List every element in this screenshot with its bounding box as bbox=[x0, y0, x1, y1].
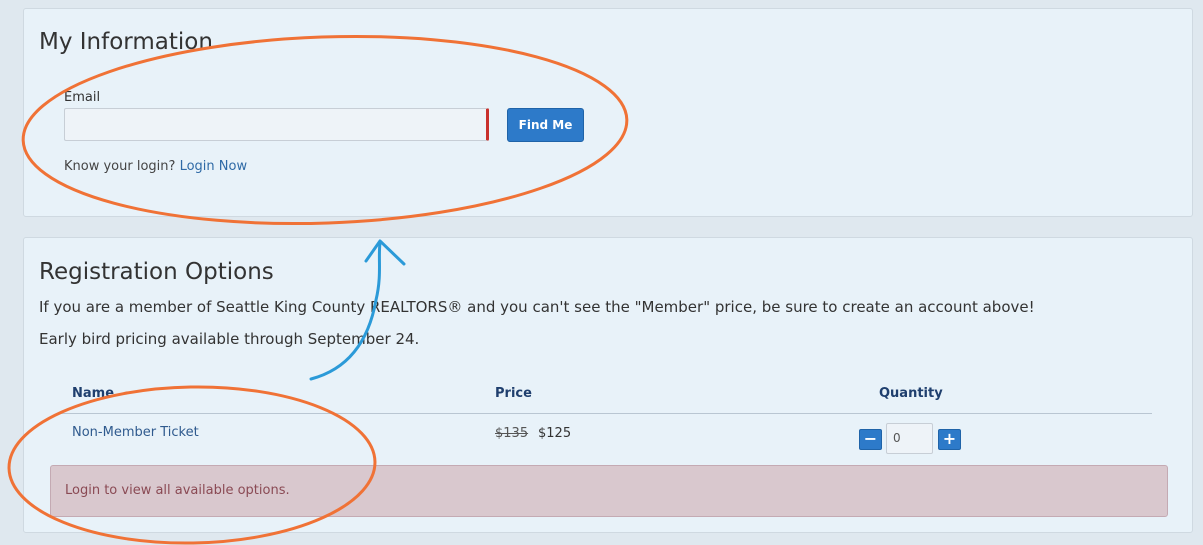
quantity-input[interactable]: 0 bbox=[886, 423, 933, 454]
quantity-decrease-button[interactable]: − bbox=[859, 429, 882, 450]
column-header-price: Price bbox=[495, 386, 532, 401]
login-alert: Login to view all available options. bbox=[50, 465, 1168, 517]
my-information-panel: My Information Email Find Me Know your l… bbox=[23, 8, 1193, 217]
find-me-button[interactable]: Find Me bbox=[507, 108, 584, 142]
login-prompt-text: Know your login? bbox=[64, 159, 176, 174]
ticket-name: Non-Member Ticket bbox=[72, 425, 199, 440]
early-bird-notice: Early bird pricing available through Sep… bbox=[39, 330, 420, 348]
table-divider bbox=[57, 413, 1152, 414]
original-price: $135 bbox=[495, 426, 529, 441]
registration-options-panel: Registration Options If you are a member… bbox=[23, 237, 1193, 533]
login-prompt: Know your login? Login Now bbox=[64, 159, 247, 174]
email-label: Email bbox=[64, 90, 101, 105]
current-price: $125 bbox=[538, 426, 572, 441]
email-input[interactable] bbox=[64, 108, 489, 141]
quantity-increase-button[interactable]: + bbox=[938, 429, 961, 450]
column-header-quantity: Quantity bbox=[879, 386, 943, 401]
registration-options-title: Registration Options bbox=[39, 259, 274, 285]
member-price-notice: If you are a member of Seattle King Coun… bbox=[39, 298, 1035, 316]
my-information-title: My Information bbox=[39, 29, 213, 55]
login-now-link[interactable]: Login Now bbox=[180, 159, 248, 174]
column-header-name: Name bbox=[72, 386, 115, 401]
